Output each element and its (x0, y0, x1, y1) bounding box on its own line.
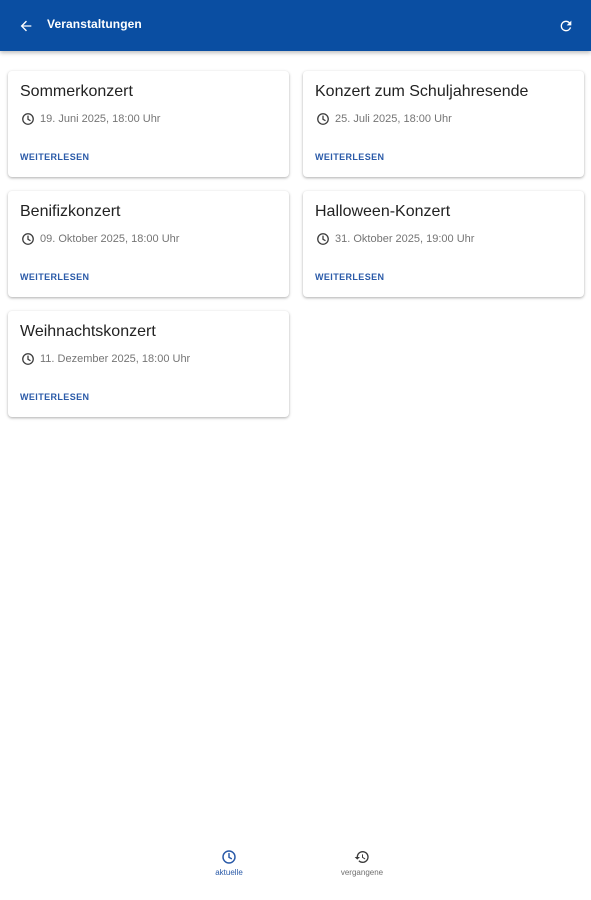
event-title: Halloween-Konzert (315, 203, 451, 220)
event-title: Benifizkonzert (20, 203, 121, 220)
clock-icon (220, 848, 238, 866)
read-more-link[interactable]: WEITERLESEN (315, 272, 384, 282)
nav-item-vergangene[interactable]: vergangene (322, 848, 402, 877)
refresh-icon (560, 20, 572, 32)
history-icon (353, 848, 371, 866)
app-bar: Veranstaltungen (0, 0, 591, 51)
read-more-link[interactable]: WEITERLESEN (315, 152, 384, 162)
clock-icon (315, 111, 330, 126)
event-date: 11. Dezember 2025, 18:00 Uhr (40, 352, 191, 365)
read-more-link[interactable]: WEITERLESEN (20, 152, 89, 162)
event-card[interactable]: Konzert zum Schuljahresende 25. Juli 202… (303, 71, 584, 177)
event-date-row: 25. Juli 2025, 18:00 Uhr (315, 111, 452, 126)
clock-icon (20, 111, 35, 126)
arrow-back-icon (20, 20, 32, 32)
event-card[interactable]: Sommerkonzert 19. Juni 2025, 18:00 Uhr W… (8, 71, 289, 177)
event-card[interactable]: Halloween-Konzert 31. Oktober 2025, 19:0… (303, 191, 584, 297)
event-date: 19. Juni 2025, 18:00 Uhr (40, 112, 161, 125)
event-date-row: 11. Dezember 2025, 18:00 Uhr (20, 351, 190, 366)
event-date: 25. Juli 2025, 18:00 Uhr (335, 112, 452, 125)
event-title: Konzert zum Schuljahresende (315, 83, 529, 100)
read-more-link[interactable]: WEITERLESEN (20, 392, 89, 402)
back-button[interactable] (14, 14, 38, 38)
page-title: Veranstaltungen (47, 17, 142, 31)
refresh-button[interactable] (554, 14, 578, 38)
nav-label: vergangene (340, 868, 384, 877)
read-more-link[interactable]: WEITERLESEN (20, 272, 89, 282)
event-title: Sommerkonzert (20, 83, 133, 100)
clock-icon (315, 231, 330, 246)
event-date-row: 09. Oktober 2025, 18:00 Uhr (20, 231, 179, 246)
event-card[interactable]: Weihnachtskonzert 11. Dezember 2025, 18:… (8, 311, 289, 417)
bottom-navigation: aktuelle vergangene (0, 842, 591, 900)
events-screen: Veranstaltungen Sommerkonzert 19. Juni 2… (0, 0, 591, 900)
event-title: Weihnachtskonzert (20, 323, 156, 340)
event-date: 31. Oktober 2025, 19:00 Uhr (335, 232, 475, 245)
clock-icon (20, 351, 35, 366)
event-date: 09. Oktober 2025, 18:00 Uhr (40, 232, 180, 245)
event-card[interactable]: Benifizkonzert 09. Oktober 2025, 18:00 U… (8, 191, 289, 297)
nav-label: aktuelle (215, 868, 243, 877)
event-date-row: 31. Oktober 2025, 19:00 Uhr (315, 231, 474, 246)
event-date-row: 19. Juni 2025, 18:00 Uhr (20, 111, 160, 126)
clock-icon (20, 231, 35, 246)
nav-item-aktuelle[interactable]: aktuelle (189, 848, 269, 877)
